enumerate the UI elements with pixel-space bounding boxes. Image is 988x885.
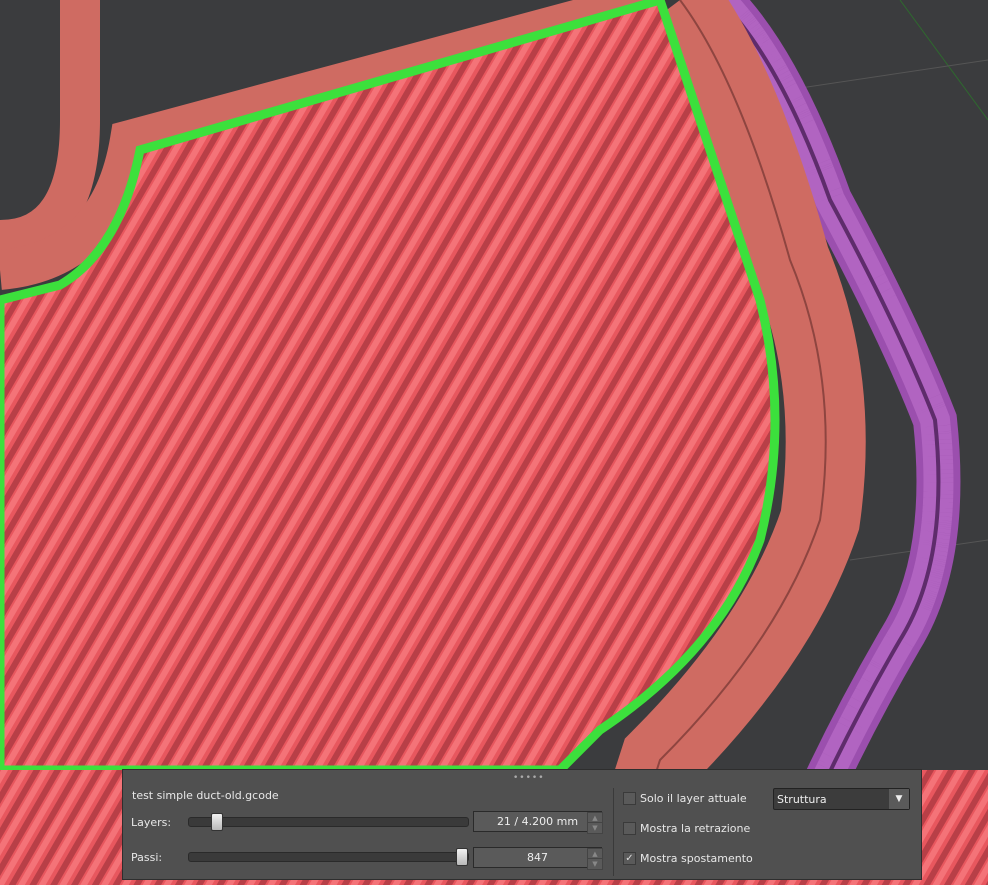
steps-slider[interactable] (188, 848, 469, 866)
layers-spinbox[interactable]: 21 / 4.200 mm (473, 811, 602, 832)
steps-spinbox[interactable]: 847 (473, 847, 602, 868)
checkbox-label: Solo il layer attuale (640, 792, 747, 805)
infill-region (0, 0, 780, 775)
steps-slider-thumb[interactable] (456, 848, 468, 866)
steps-down-button[interactable]: ▼ (587, 858, 603, 870)
steps-label: Passi: (131, 851, 163, 864)
checkbox-box[interactable] (623, 792, 636, 805)
checkbox-box[interactable]: ✓ (623, 852, 636, 865)
layers-slider-thumb[interactable] (211, 813, 223, 831)
filename-label: test simple duct-old.gcode (132, 789, 279, 802)
only-current-layer-checkbox[interactable]: Solo il layer attuale (623, 792, 747, 805)
checkbox-label: Mostra spostamento (640, 852, 753, 865)
drag-handle[interactable]: ••••• (513, 773, 545, 783)
show-retraction-checkbox[interactable]: Mostra la retrazione (623, 822, 750, 835)
divider (613, 788, 614, 876)
layer-view-panel: ••••• test simple duct-old.gcode Layers:… (122, 769, 922, 880)
gcode-3d-viewport[interactable] (0, 0, 988, 885)
chevron-down-icon[interactable]: ▼ (889, 789, 909, 809)
view-mode-value: Struttura (777, 793, 827, 806)
layers-slider[interactable] (188, 813, 469, 831)
checkbox-label: Mostra la retrazione (640, 822, 751, 835)
view-mode-select[interactable]: Struttura ▼ (773, 788, 910, 810)
checkbox-box[interactable] (623, 822, 636, 835)
show-travel-checkbox[interactable]: ✓ Mostra spostamento (623, 852, 753, 865)
layers-down-button[interactable]: ▼ (587, 822, 603, 834)
layers-label: Layers: (131, 816, 172, 829)
